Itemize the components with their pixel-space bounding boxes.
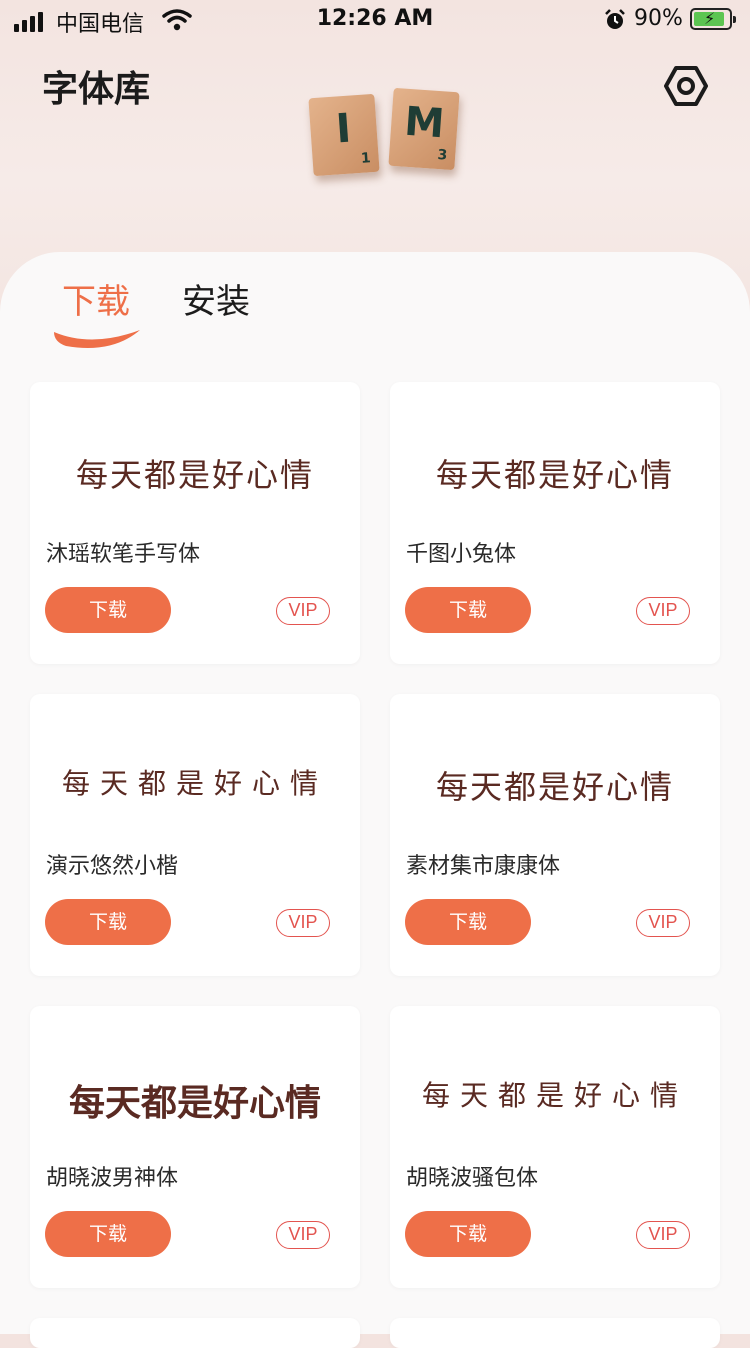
- font-preview: 每天都是好心情: [435, 768, 674, 806]
- tile-i: I 1: [308, 93, 380, 177]
- font-name: 千图小兔体: [406, 542, 517, 567]
- tab-bar: 下载 安装: [0, 252, 750, 362]
- font-card[interactable]: 每天都是好心情 胡晓波骚包体 下载 VIP: [390, 1006, 720, 1288]
- charging-bolt-icon: ⚡: [704, 9, 716, 28]
- vip-badge: VIP: [276, 597, 330, 625]
- page-title: 字体库: [42, 69, 151, 110]
- tab-download[interactable]: 下载: [62, 274, 130, 323]
- alarm-icon: [605, 9, 625, 29]
- font-preview: 每天都是好心情: [421, 1079, 688, 1112]
- font-card[interactable]: 每天都是好心情 沐瑶软笔手写体 下载 VIP: [30, 382, 360, 664]
- vip-badge: VIP: [276, 909, 330, 937]
- status-bar: 中国电信 12:26 AM 90% ⚡: [0, 0, 750, 40]
- battery-icon: ⚡: [690, 8, 736, 30]
- font-card-partial[interactable]: [390, 1318, 720, 1348]
- font-card[interactable]: 每天都是好心情 千图小兔体 下载 VIP: [390, 382, 720, 664]
- vip-badge: VIP: [636, 909, 690, 937]
- scrabble-tiles-illustration: I 1 M 3: [305, 87, 475, 190]
- font-name: 胡晓波骚包体: [406, 1166, 539, 1191]
- download-button[interactable]: 下载: [405, 587, 531, 633]
- font-name: 演示悠然小楷: [46, 854, 179, 879]
- font-preview: 每天都是好心情: [61, 767, 328, 800]
- battery-percent: 90%: [634, 6, 683, 31]
- font-card-partial[interactable]: [30, 1318, 360, 1348]
- vip-badge: VIP: [636, 597, 690, 625]
- download-button[interactable]: 下载: [45, 899, 171, 945]
- content-panel: 下载 安装 每天都是好心情 沐瑶软笔手写体 下载 VIP 每天都是好心情 千图小…: [0, 252, 750, 1348]
- active-tab-indicator: [54, 330, 140, 348]
- vip-badge: VIP: [636, 1221, 690, 1249]
- tab-install[interactable]: 安装: [182, 274, 250, 323]
- font-preview: 每天都是好心情: [435, 456, 674, 494]
- vip-badge: VIP: [276, 1221, 330, 1249]
- font-name: 沐瑶软笔手写体: [46, 542, 201, 567]
- download-button[interactable]: 下载: [405, 899, 531, 945]
- font-card[interactable]: 每天都是好心情 素材集市康康体 下载 VIP: [390, 694, 720, 976]
- font-preview: 每天都是好心情: [75, 456, 314, 494]
- font-card[interactable]: 每天都是好心情 胡晓波男神体 下载 VIP: [30, 1006, 360, 1288]
- download-button[interactable]: 下载: [45, 1211, 171, 1257]
- settings-icon[interactable]: [664, 64, 708, 108]
- download-button[interactable]: 下载: [45, 587, 171, 633]
- download-button[interactable]: 下载: [405, 1211, 531, 1257]
- font-name: 素材集市康康体: [406, 854, 561, 879]
- font-name: 胡晓波男神体: [46, 1166, 179, 1191]
- font-preview: 每天都是好心情: [68, 1082, 321, 1124]
- tile-m: M 3: [388, 87, 460, 171]
- font-card[interactable]: 每天都是好心情 演示悠然小楷 下载 VIP: [30, 694, 360, 976]
